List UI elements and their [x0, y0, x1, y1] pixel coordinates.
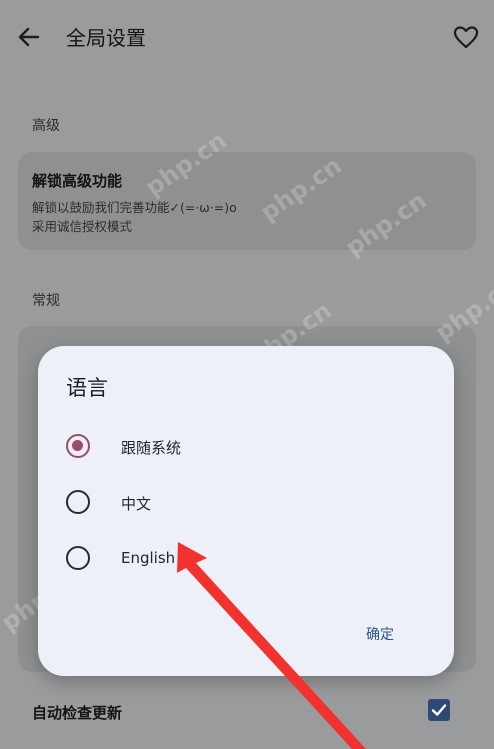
radio-unselected-icon[interactable] — [66, 546, 90, 570]
unlock-mode: 采用诚信授权模式 — [32, 219, 133, 234]
dialog-title: 语言 — [66, 376, 108, 400]
section-label-general: 常规 — [32, 293, 60, 309]
language-option-english[interactable]: English — [58, 536, 418, 582]
favorite-button[interactable] — [452, 23, 480, 51]
app-bar: 全局设置 — [0, 0, 494, 76]
unlock-description: 解锁以鼓励我们完善功能✓(=·ω·=)o — [32, 200, 237, 215]
auto-update-label: 自动检查更新 — [32, 704, 123, 722]
heart-icon — [453, 26, 479, 49]
language-option-system[interactable]: 跟随系统 — [58, 424, 418, 470]
page-title: 全局设置 — [66, 26, 146, 50]
language-dialog: 语言 跟随系统 中文 English 确定 — [38, 346, 454, 676]
back-button[interactable] — [14, 22, 44, 52]
checkmark-icon — [431, 704, 447, 716]
option-label: 中文 — [121, 495, 152, 513]
watermark: php.cn — [430, 271, 494, 347]
auto-update-row[interactable]: 自动检查更新 — [0, 690, 494, 736]
back-arrow-icon — [18, 27, 40, 47]
confirm-button[interactable]: 确定 — [360, 622, 400, 646]
option-label: 跟随系统 — [121, 439, 182, 457]
radio-selected-icon[interactable] — [66, 434, 90, 458]
option-label: English — [121, 549, 176, 567]
section-label-advanced: 高级 — [32, 118, 60, 134]
radio-unselected-icon[interactable] — [66, 490, 90, 514]
unlock-title: 解锁高级功能 — [32, 172, 123, 190]
language-option-chinese[interactable]: 中文 — [58, 480, 418, 526]
auto-update-checkbox[interactable] — [428, 699, 450, 721]
